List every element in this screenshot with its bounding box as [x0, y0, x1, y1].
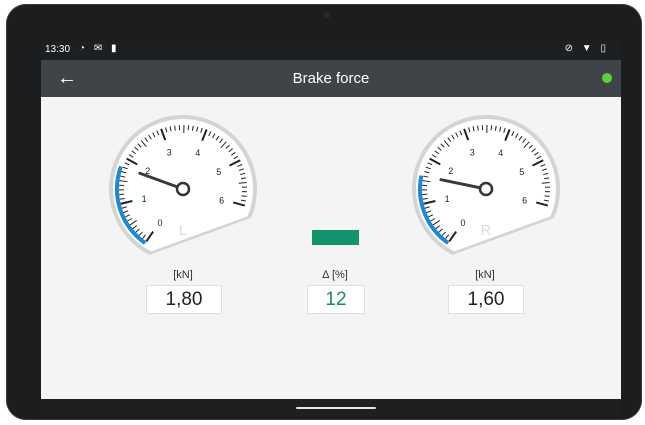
- left-tick-label: 6: [219, 195, 224, 205]
- left-minor-tick: [174, 125, 176, 131]
- status-left-icons: ◔ ✉ ▮: [79, 43, 120, 54]
- screen: 13:30 ◔ ✉ ▮ ⊘ ▼ ▯ ← Brake force 0123456L…: [41, 41, 621, 416]
- navigation-bar: [41, 399, 621, 416]
- right-side-label: R: [481, 222, 492, 239]
- right-tick-label: 5: [519, 167, 524, 177]
- right-tick-label: 2: [448, 166, 453, 176]
- right-brake-gauge: 0 1 2 3 4 5 6 R: [406, 109, 566, 269]
- left-unit-label: [kN]: [173, 269, 193, 281]
- home-handle[interactable]: [296, 407, 376, 409]
- left-force-value: 1,80: [146, 285, 222, 314]
- delta-indicator: [312, 230, 359, 245]
- right-minor-tick: [477, 125, 479, 131]
- connection-status-icon: [602, 73, 612, 83]
- app-bar: ← Brake force: [41, 60, 621, 97]
- left-minor-tick: [241, 195, 247, 197]
- delta-value: 12: [307, 285, 365, 314]
- right-unit-label: [kN]: [475, 269, 495, 281]
- status-right-icons: ⊘ ▼ ▯: [565, 43, 609, 54]
- battery-icon: ▯: [600, 43, 609, 54]
- camera: [324, 12, 330, 18]
- delta-unit-label: Δ [%]: [322, 269, 348, 281]
- left-gauge-svg: 0123 456L: [109, 115, 257, 255]
- mail-icon: ✉: [93, 43, 106, 54]
- right-tick-label: 1: [445, 194, 450, 204]
- right-tick-label: 0: [461, 218, 466, 228]
- right-tick-label: 6: [522, 195, 527, 205]
- left-tick-label: 4: [195, 148, 200, 158]
- right-gauge-svg: 0 1 2 3 4 5 6 R: [412, 115, 560, 255]
- left-brake-gauge: 0123456L: [103, 109, 263, 269]
- left-tick-label: 0: [158, 218, 163, 228]
- tablet-frame: 13:30 ◔ ✉ ▮ ⊘ ▼ ▯ ← Brake force 0123456L…: [6, 4, 642, 420]
- left-tick-label: 3: [167, 147, 172, 157]
- left-tick-label: 5: [216, 167, 221, 177]
- sync-icon: ◔: [79, 43, 89, 54]
- mute-icon: ⊘: [564, 43, 577, 54]
- right-tick-label: 4: [498, 148, 503, 158]
- right-force-value: 1,60: [448, 285, 524, 314]
- right-needle-hub: [478, 181, 494, 197]
- right-minor-tick: [544, 195, 550, 197]
- status-bar: 13:30 ◔ ✉ ▮ ⊘ ▼ ▯: [41, 41, 621, 60]
- battery-charging-icon: ▮: [111, 43, 120, 54]
- status-time: 13:30: [45, 44, 71, 55]
- left-side-label: L: [179, 222, 187, 239]
- left-needle-hub: [175, 181, 191, 197]
- page-title: Brake force: [292, 70, 370, 87]
- right-tick-label: 3: [470, 147, 475, 157]
- wifi-icon: ▼: [581, 43, 595, 54]
- left-tick-label: 1: [142, 194, 147, 204]
